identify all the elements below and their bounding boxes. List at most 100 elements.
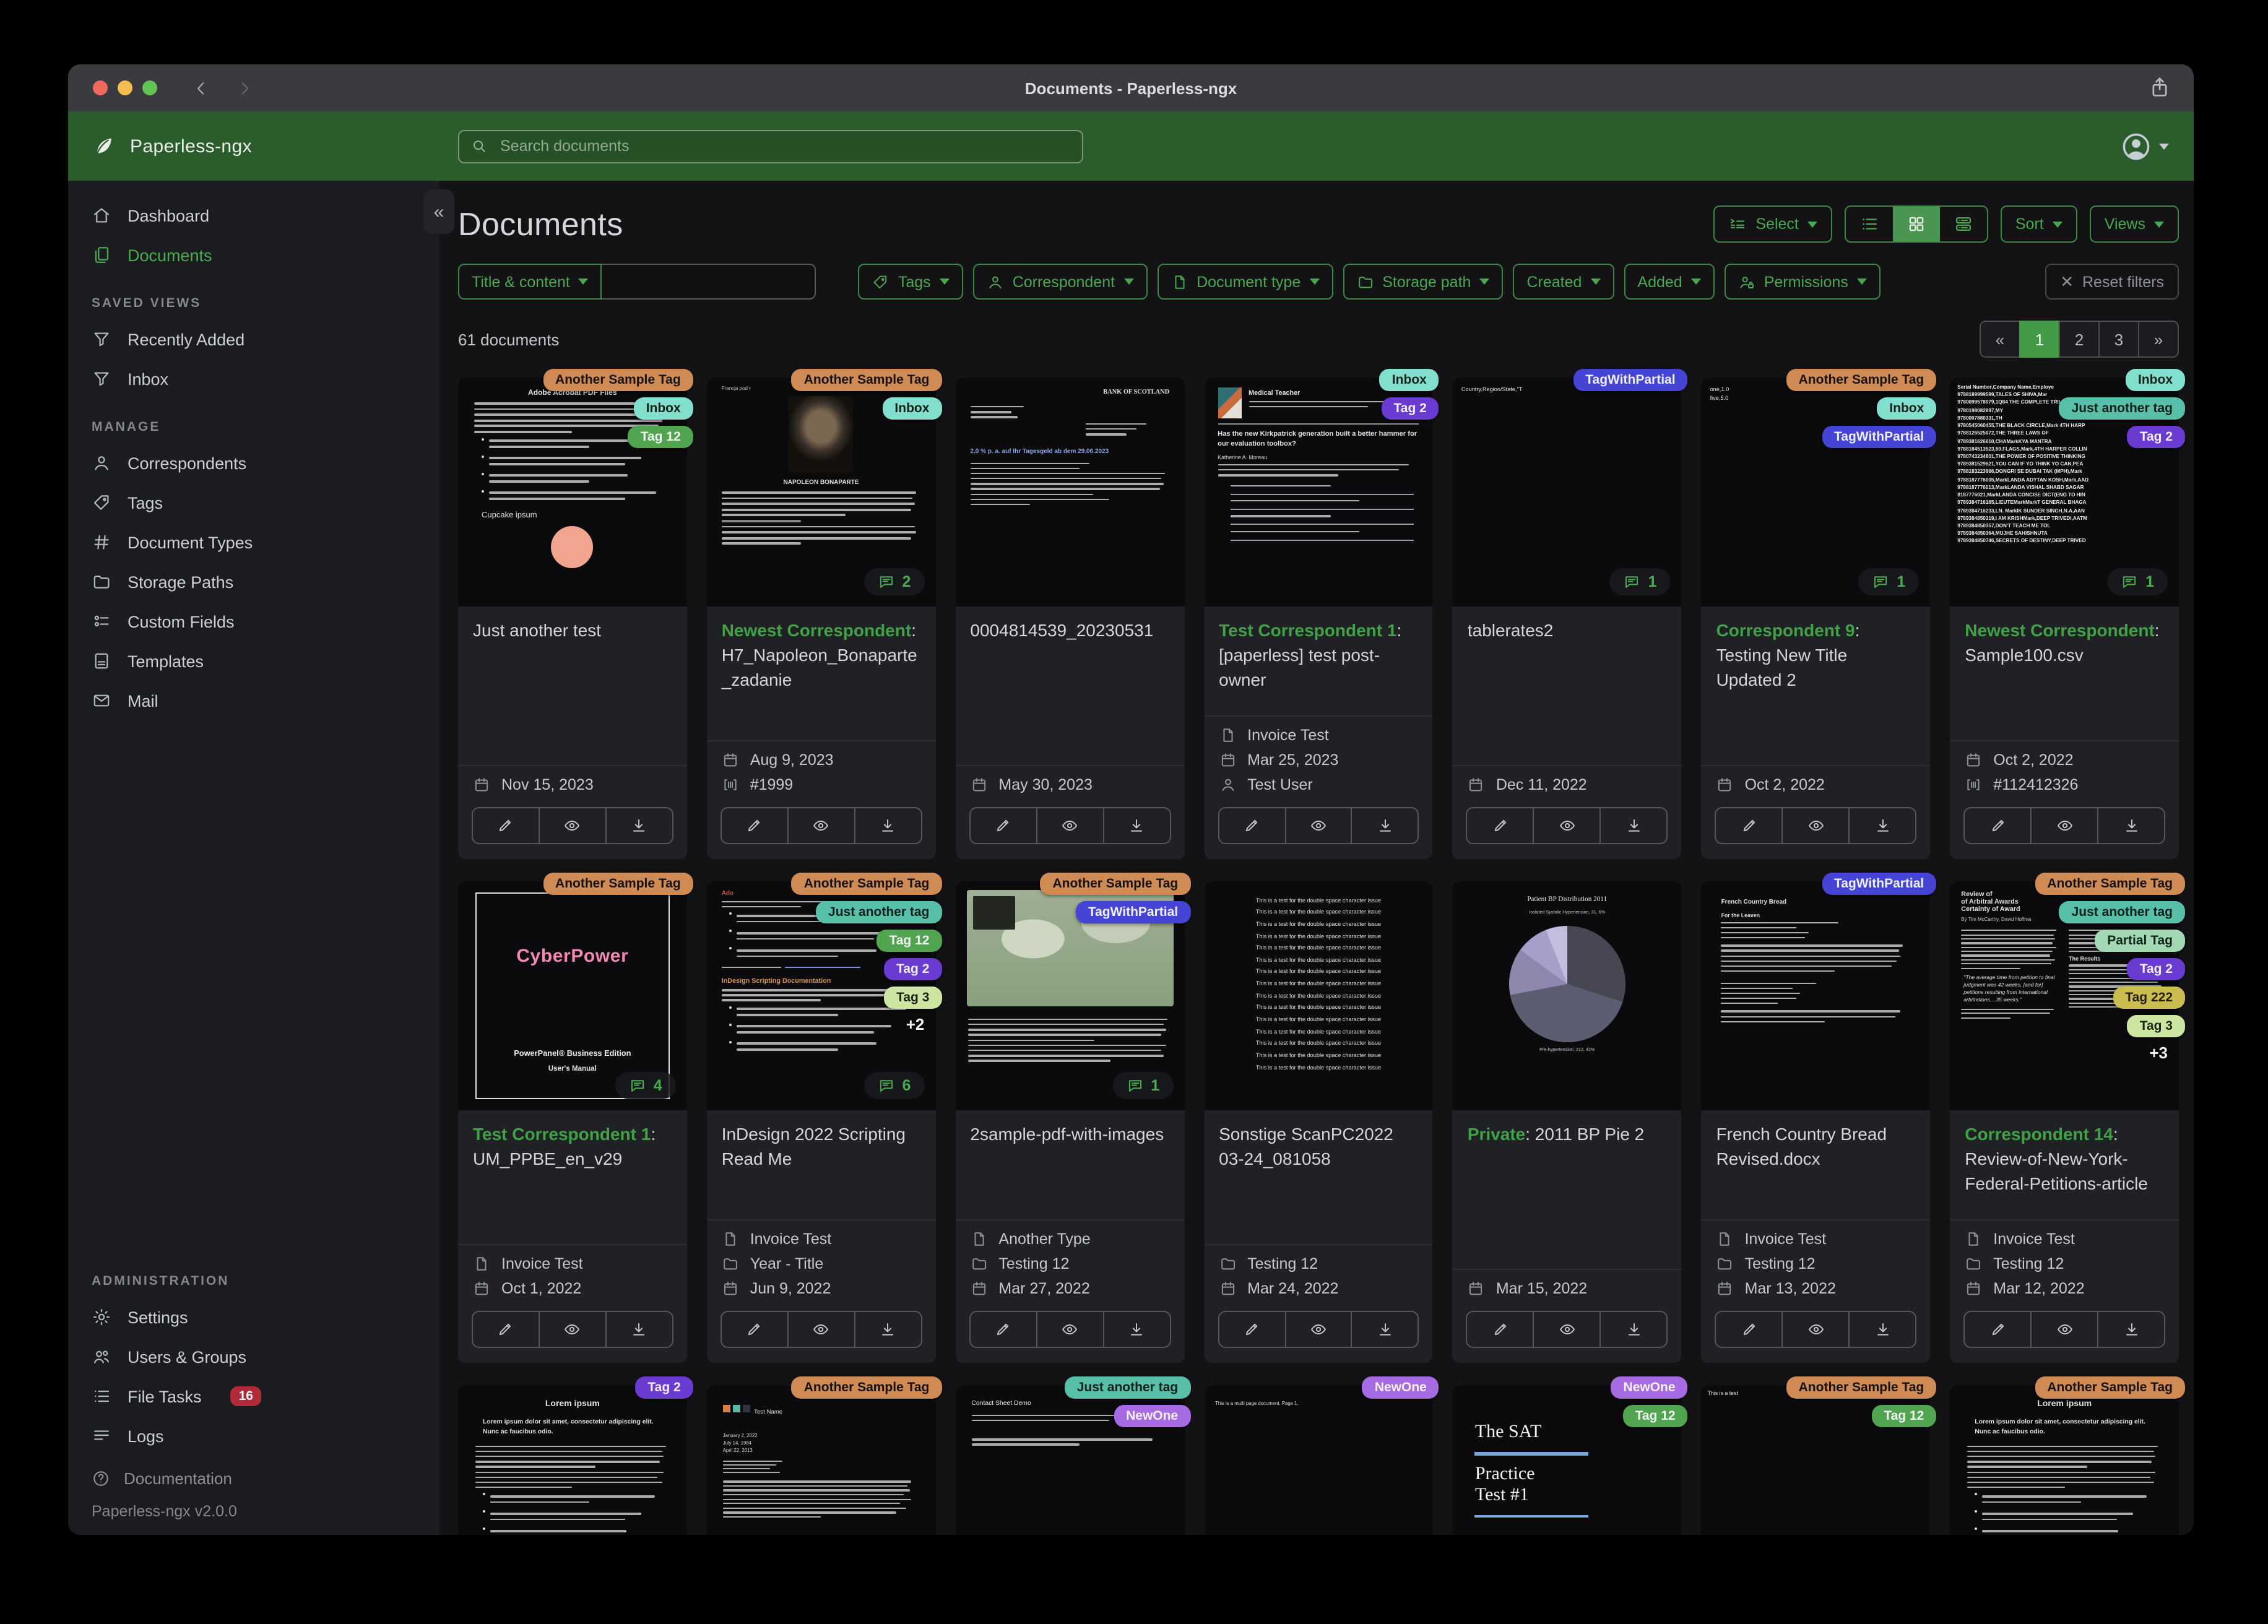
document-title[interactable]: Newest Correspondent: H7_Napoleon_Bonapa… — [707, 607, 936, 715]
edit-document-button[interactable] — [1963, 807, 2032, 844]
download-document-button[interactable] — [1599, 807, 1668, 844]
view-document-button[interactable] — [787, 807, 855, 844]
tag-badge[interactable]: Inbox — [633, 397, 693, 420]
tag-badge[interactable]: Tag 3 — [884, 987, 942, 1009]
sidebar-item-users-groups[interactable]: Users & Groups — [68, 1337, 439, 1376]
filter-tags-button[interactable]: Tags — [858, 264, 963, 300]
app-brand[interactable]: Paperless-ngx — [68, 134, 439, 158]
sidebar-item-file-tasks[interactable]: File Tasks 16 — [68, 1376, 439, 1416]
document-title[interactable]: Correspondent 14: Review-of-New-York-Fed… — [1950, 1110, 2179, 1219]
document-thumbnail[interactable]: Serial Number,Company Name,Employe 978818… — [1950, 369, 2185, 607]
edit-document-button[interactable] — [1715, 807, 1783, 844]
tag-badge[interactable]: Inbox — [2126, 369, 2185, 391]
filter-created-button[interactable]: Created — [1513, 264, 1614, 300]
document-thumbnail[interactable]: BANK OF SCOTLAND 2,0 % p. a. auf Ihr Tage… — [955, 378, 1185, 607]
edit-document-button[interactable] — [1715, 1311, 1783, 1348]
tag-badge[interactable]: Another Sample Tag — [1040, 873, 1191, 895]
tag-badge[interactable]: Tag 12 — [1871, 1405, 1937, 1427]
view-document-button[interactable] — [1036, 1311, 1104, 1348]
view-document-button[interactable] — [538, 807, 607, 844]
sidebar-item-document-types[interactable]: Document Types — [68, 522, 439, 562]
download-document-button[interactable] — [1351, 807, 1419, 844]
document-title[interactable]: Newest Correspondent: Sample100.csv — [1950, 607, 2179, 715]
view-document-button[interactable] — [1781, 1311, 1850, 1348]
document-title[interactable]: 2sample-pdf-with-images — [955, 1110, 1184, 1219]
forward-icon[interactable] — [235, 79, 254, 97]
collapse-sidebar-button[interactable]: « — [423, 189, 454, 234]
tag-badge[interactable]: Another Sample Tag — [791, 1376, 942, 1399]
tag-badge[interactable]: Tag 2 — [2127, 426, 2185, 448]
view-document-button[interactable] — [1781, 807, 1850, 844]
tag-badge[interactable]: Tag 2 — [884, 958, 942, 980]
tag-badge[interactable]: Tag 12 — [876, 930, 942, 952]
document-thumbnail[interactable]: Review of of Arbitral Awards Certainty of … — [1950, 873, 2185, 1110]
tag-badge[interactable]: Tag 2 — [1381, 397, 1439, 420]
document-thumbnail[interactable]: This is a test for the double space char… — [1204, 881, 1433, 1110]
edit-document-button[interactable] — [472, 807, 540, 844]
documentation-link[interactable]: Documentation — [92, 1461, 416, 1497]
tag-badge[interactable]: Another Sample Tag — [1786, 369, 1937, 391]
zoom-window-button[interactable] — [142, 80, 157, 95]
view-document-button[interactable] — [538, 1311, 607, 1348]
edit-document-button[interactable] — [720, 807, 789, 844]
download-document-button[interactable] — [1848, 807, 1917, 844]
pagination-page-3[interactable]: 3 — [2098, 321, 2139, 358]
document-title[interactable]: Just another test — [458, 607, 687, 715]
sidebar-item-recently-added[interactable]: Recently Added — [68, 319, 439, 359]
filter-added-button[interactable]: Added — [1624, 264, 1715, 300]
edit-document-button[interactable] — [1466, 1311, 1534, 1348]
document-correspondent[interactable]: Newest Correspondent — [722, 620, 912, 640]
tag-badge[interactable]: Another Sample Tag — [543, 369, 693, 391]
tag-badge[interactable]: Tag 3 — [2127, 1015, 2185, 1037]
filter-storage-path-button[interactable]: Storage path — [1343, 264, 1504, 300]
tag-badge[interactable]: Inbox — [1379, 369, 1439, 391]
document-thumbnail[interactable]: Adobe Acrobat PDF Files Cupcake ipsum Anot… — [458, 369, 693, 607]
document-thumbnail[interactable]: Medical Teacher Has the new Kirkpatrick g… — [1204, 369, 1439, 607]
download-document-button[interactable] — [1102, 1311, 1171, 1348]
notes-count-badge[interactable]: 6 — [863, 1072, 925, 1099]
sidebar-item-dashboard[interactable]: Dashboard — [68, 196, 439, 235]
global-search[interactable] — [458, 129, 1083, 163]
sidebar-item-templates[interactable]: Templates — [68, 641, 439, 681]
title-content-input[interactable] — [602, 264, 816, 300]
tag-badge[interactable]: NewOne — [1114, 1405, 1191, 1427]
tag-badge[interactable]: Another Sample Tag — [791, 369, 942, 391]
document-title[interactable]: Test Correspondent 1: UM_PPBE_en_v29 — [458, 1110, 687, 1219]
tag-badge[interactable]: Another Sample Tag — [791, 873, 942, 895]
share-icon[interactable] — [2148, 76, 2171, 99]
tag-badge[interactable]: Just another tag — [2059, 397, 2185, 420]
document-thumbnail[interactable]: Francja pod r NAPOLEON BONAPARTE Another S… — [706, 369, 942, 607]
document-thumbnail[interactable]: Country,Region/State,"T TagWithPartial 1 — [1452, 369, 1688, 607]
notes-count-badge[interactable]: 1 — [1609, 568, 1671, 595]
document-thumbnail[interactable]: one,1.0 five,5.0 Another Sample Tag Inbox Ta… — [1701, 369, 1937, 607]
tag-badge[interactable]: Inbox — [1877, 397, 1937, 420]
view-document-button[interactable] — [1533, 807, 1601, 844]
tag-badge[interactable]: Another Sample Tag — [1786, 1376, 1937, 1399]
edit-document-button[interactable] — [720, 1311, 789, 1348]
edit-document-button[interactable] — [1963, 1311, 2032, 1348]
sidebar-item-logs[interactable]: Logs — [68, 1416, 439, 1456]
view-details-toggle[interactable] — [1940, 207, 1987, 241]
tag-badge[interactable]: TagWithPartial — [1075, 901, 1191, 923]
document-title[interactable]: InDesign 2022 Scripting Read Me — [707, 1110, 936, 1219]
filter-correspondent-button[interactable]: Correspondent — [972, 264, 1148, 300]
document-title[interactable]: 0004814539_20230531 — [955, 607, 1184, 715]
sidebar-item-storage-paths[interactable]: Storage Paths — [68, 562, 439, 602]
document-thumbnail[interactable]: Another Sample Tag TagWithPartial 1 — [955, 873, 1191, 1110]
select-button[interactable]: Select — [1713, 205, 1832, 243]
user-menu[interactable] — [2121, 131, 2169, 162]
tag-badge[interactable]: NewOne — [1362, 1376, 1439, 1399]
download-document-button[interactable] — [2097, 807, 2165, 844]
sort-button[interactable]: Sort — [2000, 205, 2077, 243]
edit-document-button[interactable] — [969, 807, 1037, 844]
document-thumbnail[interactable]: This is a test Another Sample Tag Tag 12 — [1701, 1376, 1937, 1535]
document-thumbnail[interactable]: CyberPower PowerPanel® Business Edition Us… — [458, 873, 693, 1110]
tag-badge[interactable]: Tag 12 — [1622, 1405, 1688, 1427]
document-title[interactable]: Sonstige ScanPC2022 03-24_081058 — [1204, 1110, 1433, 1219]
search-input[interactable] — [498, 136, 1071, 156]
view-list-toggle[interactable] — [1846, 207, 1893, 241]
tag-badge[interactable]: Tag 2 — [635, 1376, 693, 1399]
tag-badge[interactable]: Tag 222 — [2113, 987, 2185, 1009]
tag-badge[interactable]: Tag 12 — [628, 426, 693, 448]
edit-document-button[interactable] — [472, 1311, 540, 1348]
